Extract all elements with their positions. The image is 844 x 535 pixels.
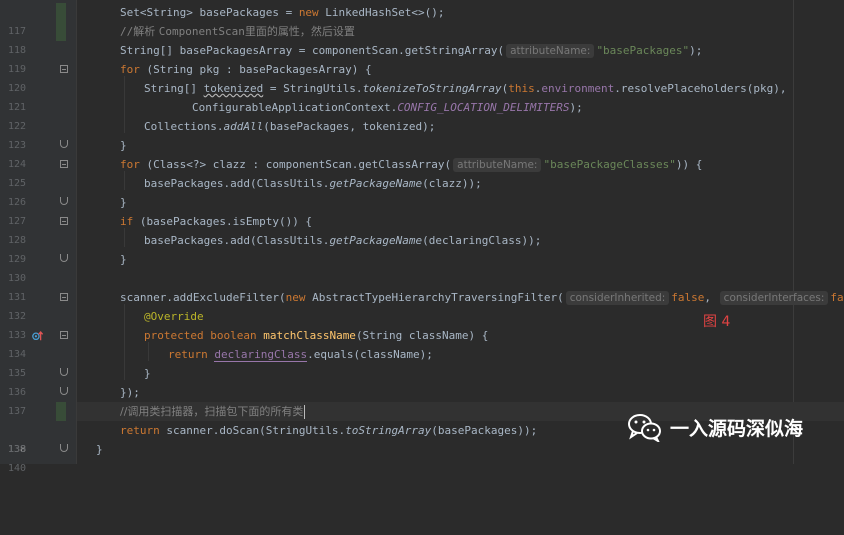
override-method-icon[interactable] [32, 330, 43, 341]
code-text: } [144, 367, 151, 380]
watermark: 一入源码深似海 [627, 410, 803, 444]
figure-label: 图 4 [703, 314, 731, 330]
fold-end-icon[interactable] [60, 444, 68, 452]
code-text: for (Class<?> clazz : componentScan.getC… [120, 158, 703, 172]
code-line-127[interactable]: 127 } [0, 193, 844, 227]
code-text: } [120, 253, 127, 266]
code-text: if (basePackages.isEmpty()) { [120, 215, 313, 228]
code-text: ConfigurableApplicationContext.CONFIG_LO… [192, 101, 583, 114]
code-line-120[interactable]: 120 for (String pkg : basePackagesArray)… [0, 60, 844, 94]
code-text: basePackages.add(ClassUtils.getPackageNa… [144, 234, 542, 247]
parameter-hint: considerInterfaces: [719, 291, 829, 305]
parameter-hint: attributeName: [453, 158, 542, 172]
fold-toggle-icon[interactable] [60, 331, 68, 339]
comment-text: //调用类扫描器，扫描包下面的所有类 [120, 405, 306, 419]
code-line-123[interactable]: 123 Collections.addAll(basePackages, tok… [0, 117, 844, 151]
code-text: } [120, 139, 127, 152]
line-number: 140 [7, 463, 26, 474]
code-line-125[interactable]: 125 for (Class<?> clazz : componentScan.… [0, 155, 844, 189]
code-line-135[interactable]: 135 return declaringClass.equals(classNa… [0, 345, 844, 379]
fold-end-icon[interactable] [60, 254, 68, 262]
fold-end-icon[interactable] [60, 387, 68, 395]
code-line-117[interactable]: 117 Set<String> basePackages = new Linke… [0, 3, 844, 37]
fold-end-icon[interactable] [60, 140, 68, 148]
watermark-text: 一入源码深似海 [670, 417, 804, 440]
parameter-hint: considerInherited: [565, 291, 670, 305]
code-line-124[interactable]: 124 } [0, 136, 844, 170]
vcs-change-marker[interactable] [56, 402, 66, 421]
code-line-136[interactable]: 136 } [0, 364, 844, 398]
parameter-hint: attributeName: [506, 44, 595, 58]
fold-toggle-icon[interactable] [60, 217, 68, 225]
code-text: basePackages.add(ClassUtils.getPackageNa… [144, 177, 482, 190]
fold-toggle-icon[interactable] [60, 293, 68, 301]
code-line-132[interactable]: 132 scanner.addExcludeFilter(new Abstrac… [0, 288, 844, 322]
comment-text: //解析 ComponentScan里面的属性，然后设置 [120, 25, 355, 38]
code-text: protected boolean matchClassName(String … [144, 329, 489, 342]
vcs-change-marker[interactable] [56, 3, 66, 22]
code-line-119[interactable]: 119 String[] basePackagesArray = compone… [0, 41, 844, 75]
code-line-130[interactable]: 130 } [0, 250, 844, 284]
code-text: } [96, 443, 103, 456]
code-line-122[interactable]: 122 ConfigurableApplicationContext.CONFI… [0, 98, 844, 132]
code-text: Set<String> basePackages = new LinkedHas… [120, 6, 445, 19]
code-line-137[interactable]: 137 }); [0, 383, 844, 417]
code-line-128[interactable]: 128 if (basePackages.isEmpty()) { [0, 212, 844, 246]
vcs-change-marker[interactable] [56, 22, 66, 41]
text-caret [304, 405, 306, 419]
fold-toggle-icon[interactable] [60, 160, 68, 168]
code-text: }); [120, 386, 140, 399]
code-line-131[interactable]: 131 [0, 269, 844, 303]
code-line-129[interactable]: 129 basePackages.add(ClassUtils.getPacka… [0, 231, 844, 265]
code-line-121[interactable]: 121 String[] tokenized = StringUtils.tok… [0, 79, 844, 113]
code-text: } [120, 196, 127, 209]
annotation-text: @Override [144, 310, 204, 323]
code-text: return declaringClass.equals(className); [168, 348, 433, 362]
code-text: Collections.addAll(basePackages, tokeniz… [144, 120, 436, 133]
code-line-118[interactable]: 118 //解析 ComponentScan里面的属性，然后设置 [0, 22, 844, 56]
code-text: return scanner.doScan(StringUtils.toStri… [120, 424, 538, 437]
code-text: String[] tokenized = StringUtils.tokeniz… [144, 82, 787, 95]
code-text: for (String pkg : basePackagesArray) { [120, 63, 372, 76]
fold-end-icon[interactable] [60, 368, 68, 376]
code-text: scanner.addExcludeFilter(new AbstractTyp… [120, 291, 844, 305]
wechat-icon [628, 414, 661, 442]
fold-end-icon[interactable] [60, 197, 68, 205]
code-editor[interactable]: 117 Set<String> basePackages = new Linke… [0, 0, 844, 474]
code-line-126[interactable]: 126 basePackages.add(ClassUtils.getPacka… [0, 174, 844, 208]
code-text: String[] basePackagesArray = componentSc… [120, 44, 703, 58]
fold-toggle-icon[interactable] [60, 65, 68, 73]
